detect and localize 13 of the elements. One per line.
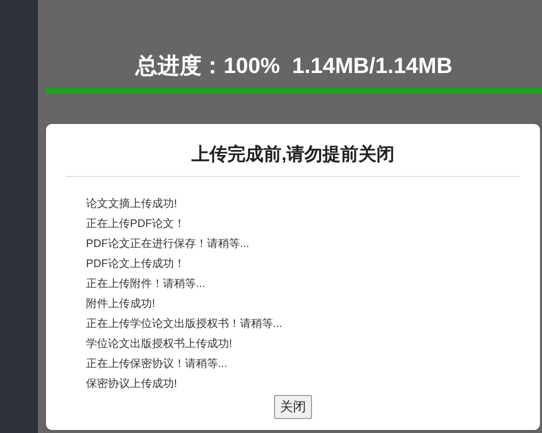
total-progress-text: 总进度：100% 1.14MB/1.14MB	[136, 52, 452, 80]
status-message: 保密协议上传成功!	[86, 376, 178, 392]
status-message: PDF论文上传成功！	[86, 256, 186, 272]
status-message: 附件上传成功!	[86, 297, 156, 312]
status-message: 正在上传PDF论文！	[86, 216, 186, 232]
status-message: 正在上传学位论文出版授权书！请稍等...	[86, 316, 284, 332]
close-button[interactable]: 关闭	[274, 395, 312, 419]
dialog-title: 上传完成前,请勿提前关闭	[66, 124, 520, 177]
status-message: 正在上传保密协议！请稍等...	[86, 356, 228, 372]
status-message: PDF论文正在进行保存！请稍等...	[86, 236, 250, 252]
status-message: 学位论文出版授权书上传成功!	[86, 336, 234, 352]
status-message: 正在上传附件！请稍等...	[86, 277, 206, 292]
status-message: 论文文摘上传成功!	[86, 196, 178, 212]
